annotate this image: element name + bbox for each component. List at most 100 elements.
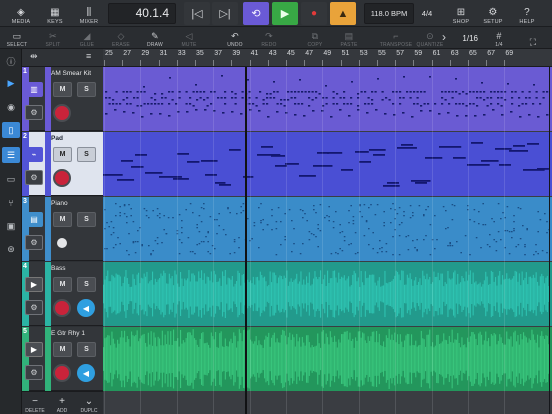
media-button[interactable]: ◈ MEDIA xyxy=(10,2,32,25)
monitor-button[interactable]: ◀ xyxy=(77,364,95,382)
track-header-4[interactable]: 4 Bass ▶ ⚙ M S ◀ xyxy=(22,262,103,326)
position-display[interactable]: 40.1.4 xyxy=(108,3,176,24)
piano-note xyxy=(500,239,502,241)
playhead[interactable] xyxy=(245,67,247,414)
shop-button[interactable]: ⊞ SHOP xyxy=(450,2,472,25)
expand-icon[interactable]: ⇹ xyxy=(30,51,38,62)
tempo-display[interactable]: 118.0 BPM xyxy=(364,3,414,24)
duplicate-track-button[interactable]: ⌄ DUPLC xyxy=(76,394,102,414)
arrangement-area[interactable] xyxy=(103,67,552,414)
track-view-button[interactable]: ☰ xyxy=(2,147,20,163)
track-header-1[interactable]: 1 AM Smear Kit ▥ ⚙ M S xyxy=(22,67,103,131)
lane-piano[interactable] xyxy=(103,197,552,261)
solo-button[interactable]: S xyxy=(77,147,96,162)
solo-button[interactable]: S xyxy=(77,342,96,357)
track-name[interactable]: E Gtr Rhy 1 xyxy=(51,330,85,337)
record-arm-button[interactable] xyxy=(53,364,71,382)
mute-button[interactable]: M xyxy=(53,342,72,357)
mute-button[interactable]: M xyxy=(53,82,72,97)
group-button[interactable]: ⊛ xyxy=(2,241,20,257)
track-header-2[interactable]: 2 Pad ⌁ ⚙ M S xyxy=(22,132,103,196)
split-tool[interactable]: ✂ SPLIT xyxy=(42,28,64,48)
fx-button[interactable]: ▣ xyxy=(2,218,20,234)
glue-tool[interactable]: ◢ GLUE xyxy=(76,28,98,48)
piano-note xyxy=(442,206,445,208)
track-name[interactable]: AM Smear Kit xyxy=(51,70,91,77)
drum-note xyxy=(308,97,311,99)
instrument-settings-icon[interactable]: ⚙ xyxy=(25,170,43,185)
record-arm-button[interactable] xyxy=(53,104,71,122)
erase-tool[interactable]: ◇ ERASE xyxy=(110,28,132,48)
copy-button[interactable]: ⧉ COPY xyxy=(304,28,326,48)
automation-button[interactable]: ▭ xyxy=(2,171,20,187)
track-name[interactable]: Pad xyxy=(51,135,63,142)
solo-button[interactable]: S xyxy=(77,277,96,292)
mute-button[interactable]: M xyxy=(53,147,72,162)
track-header-5[interactable]: 5 E Gtr Rhy 1 ▶ ⚙ M S ◀ xyxy=(22,327,103,391)
lane-guitar[interactable] xyxy=(103,327,552,391)
synth-icon[interactable]: ⌁ xyxy=(25,147,43,162)
timeline-ruler[interactable]: 25 27 29 31 33 35 37 39 41 43 45 47 49 51 53 55 57 59 61 63… xyxy=(103,49,552,67)
bass-waveform-bar xyxy=(272,272,274,316)
guitar-waveform-bar xyxy=(416,346,418,372)
pad-note xyxy=(229,149,241,151)
record-arm-button[interactable] xyxy=(53,299,71,317)
piano-note xyxy=(409,217,412,219)
undo-button[interactable]: ↶ UNDO xyxy=(224,28,246,48)
grid-button[interactable]: # 1/4 xyxy=(488,28,510,48)
play-button[interactable]: ▶ xyxy=(272,2,298,25)
monitor-button[interactable]: ◀ xyxy=(77,299,95,317)
help-button[interactable]: ? HELP xyxy=(516,2,538,25)
quantize-button[interactable]: ⊙ QUANTIZE xyxy=(416,28,444,48)
routing-button[interactable]: ⑂ xyxy=(2,195,20,211)
mute-tool[interactable]: ◁ MUTE xyxy=(178,28,200,48)
record-button[interactable]: ● xyxy=(301,2,327,25)
bass-waveform-bar xyxy=(369,274,371,314)
setup-button[interactable]: ⚙ SETUP xyxy=(482,2,504,25)
instrument-settings-icon[interactable]: ⚙ xyxy=(25,105,43,120)
record-arm-button[interactable] xyxy=(53,169,71,187)
info-button[interactable]: ⓘ xyxy=(2,53,20,69)
drum-kit-icon[interactable]: ▥ xyxy=(25,82,43,97)
add-track-button[interactable]: + ADD xyxy=(49,394,75,414)
track-name[interactable]: Bass xyxy=(51,265,65,272)
instrument-settings-icon[interactable]: ⚙ xyxy=(25,235,43,250)
track-settings-icon[interactable]: ⚙ xyxy=(25,365,43,380)
inspector-button[interactable]: ▶ xyxy=(2,75,20,91)
draw-tool[interactable]: ✎ DRAW xyxy=(144,28,166,48)
lane-pad[interactable] xyxy=(103,132,552,196)
mute-button[interactable]: M xyxy=(53,212,72,227)
piano-note xyxy=(486,244,489,246)
piano-note xyxy=(304,213,306,215)
track-settings-icon[interactable]: ⚙ xyxy=(25,300,43,315)
record-arm-button[interactable] xyxy=(57,238,67,248)
solo-button[interactable]: S xyxy=(77,82,96,97)
metronome-button[interactable]: ▲ xyxy=(330,2,356,25)
track-name[interactable]: Piano xyxy=(51,200,68,207)
select-tool[interactable]: ▭ SELECT xyxy=(6,28,28,48)
lane-bass[interactable] xyxy=(103,262,552,326)
guitar-waveform-bar xyxy=(192,329,194,389)
time-signature[interactable]: 4/4 xyxy=(416,3,438,24)
cycle-button[interactable]: ⟲ xyxy=(243,2,269,25)
editor-button[interactable]: ▯ xyxy=(2,122,20,138)
delete-track-button[interactable]: − DELETE xyxy=(22,394,48,414)
solo-button[interactable]: S xyxy=(77,212,96,227)
quantize-value[interactable]: 1/16 xyxy=(444,31,482,46)
browser-button[interactable]: ◉ xyxy=(2,99,20,115)
go-to-start-button[interactable]: |◁ xyxy=(184,2,210,25)
lane-drum-kit[interactable] xyxy=(103,67,552,131)
paste-button[interactable]: ▤ PASTE xyxy=(338,28,360,48)
mute-button[interactable]: M xyxy=(53,277,72,292)
keys-button[interactable]: ▦ KEYS xyxy=(44,2,66,25)
mixer-button[interactable]: ⫼ MIXER xyxy=(78,2,100,25)
transpose-button[interactable]: ⌐ TRANSPOSE xyxy=(380,28,412,48)
track-list-icon[interactable]: ≡ xyxy=(86,51,91,61)
redo-button[interactable]: ↷ REDO xyxy=(258,28,280,48)
track-header-3[interactable]: 3 Piano ▤ ⚙ M S xyxy=(22,197,103,261)
piano-icon[interactable]: ▤ xyxy=(25,212,43,227)
audio-track-icon[interactable]: ▶ xyxy=(25,342,43,357)
go-to-end-button[interactable]: ▷| xyxy=(212,2,238,25)
audio-track-icon[interactable]: ▶ xyxy=(25,277,43,292)
zoom-button[interactable]: ⛶ xyxy=(522,28,544,48)
